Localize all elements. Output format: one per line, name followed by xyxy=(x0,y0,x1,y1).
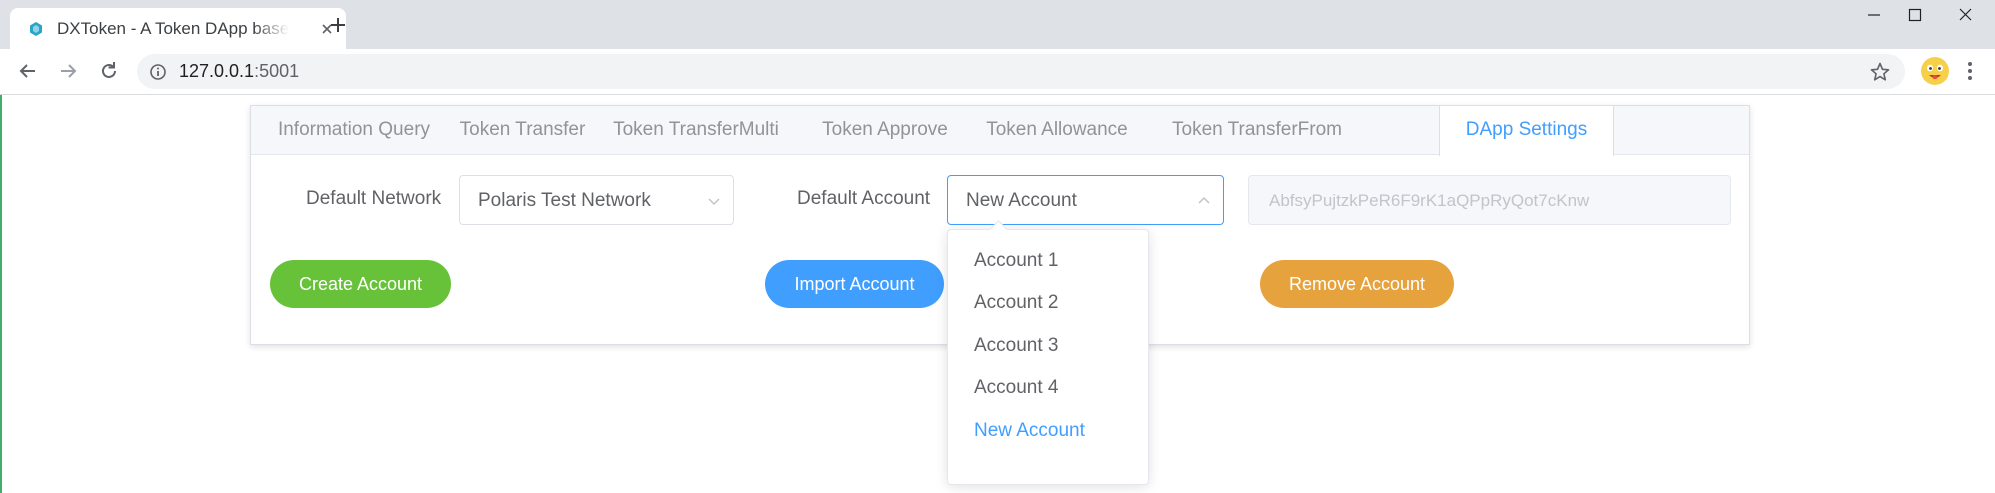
profile-avatar[interactable] xyxy=(1920,56,1950,86)
star-icon[interactable] xyxy=(1869,61,1891,83)
url-host: 127.0.0.1 xyxy=(179,61,255,81)
import-account-button[interactable]: Import Account xyxy=(765,260,944,308)
create-account-button[interactable]: Create Account xyxy=(270,260,451,308)
window-close-icon[interactable] xyxy=(1936,0,1994,30)
network-select[interactable]: Polaris Test Network xyxy=(459,175,734,225)
forward-arrow-icon[interactable] xyxy=(56,59,80,83)
tab-information-query[interactable]: Information Query xyxy=(251,106,457,155)
account-address-field: AbfsyPujtzkPeR6F9rK1aQPpRyQot7cKnw xyxy=(1248,175,1731,225)
url-text: 127.0.0.1:5001 xyxy=(179,61,299,82)
back-arrow-icon[interactable] xyxy=(16,59,40,83)
browser-tab[interactable]: DXToken - A Token DApp based on DXChain xyxy=(10,8,346,49)
reload-icon[interactable] xyxy=(97,59,121,83)
tab-token-transferfrom[interactable]: Token TransferFrom xyxy=(1148,106,1366,155)
tab-token-allowance[interactable]: Token Allowance xyxy=(966,106,1148,155)
page-edge-bar xyxy=(0,95,2,493)
tab-bar: Information Query Token Transfer Token T… xyxy=(251,106,1749,156)
default-network-label: Default Network xyxy=(306,188,442,209)
account-address-value: AbfsyPujtzkPeR6F9rK1aQPpRyQot7cKnw xyxy=(1269,191,1590,210)
info-icon[interactable] xyxy=(149,63,167,81)
url-port: :5001 xyxy=(254,61,300,81)
chevron-down-icon xyxy=(708,198,720,206)
tab-token-transfer[interactable]: Token Transfer xyxy=(457,106,588,155)
account-option-1[interactable]: Account 1 xyxy=(948,240,1148,282)
address-bar[interactable]: 127.0.0.1:5001 xyxy=(137,54,1905,89)
more-menu-icon[interactable] xyxy=(1966,59,1974,83)
plus-icon[interactable] xyxy=(326,13,350,37)
remove-account-button[interactable]: Remove Account xyxy=(1260,260,1454,308)
account-select-value: New Account xyxy=(966,190,1077,211)
network-select-value: Polaris Test Network xyxy=(478,190,651,211)
account-dropdown-menu: Account 1 Account 2 Account 3 Account 4 … xyxy=(947,220,1149,485)
default-account-label: Default Account xyxy=(797,188,931,209)
dxtoken-favicon-icon xyxy=(30,22,42,36)
browser-tabstrip: DXToken - A Token DApp based on DXChain xyxy=(0,0,1995,49)
account-option-4[interactable]: Account 4 xyxy=(948,367,1148,409)
tab-token-approve[interactable]: Token Approve xyxy=(804,106,966,155)
account-option-new[interactable]: New Account xyxy=(948,410,1148,452)
account-select[interactable]: New Account xyxy=(947,175,1224,225)
browser-toolbar: 127.0.0.1:5001 xyxy=(0,49,1995,95)
chevron-up-icon xyxy=(1198,196,1210,204)
tab-dapp-settings[interactable]: DApp Settings xyxy=(1439,106,1614,156)
account-option-2[interactable]: Account 2 xyxy=(948,282,1148,324)
account-option-3[interactable]: Account 3 xyxy=(948,325,1148,367)
tab-title: DXToken - A Token DApp based on DXChain xyxy=(57,19,289,38)
tab-token-transfermulti[interactable]: Token TransferMulti xyxy=(588,106,804,155)
